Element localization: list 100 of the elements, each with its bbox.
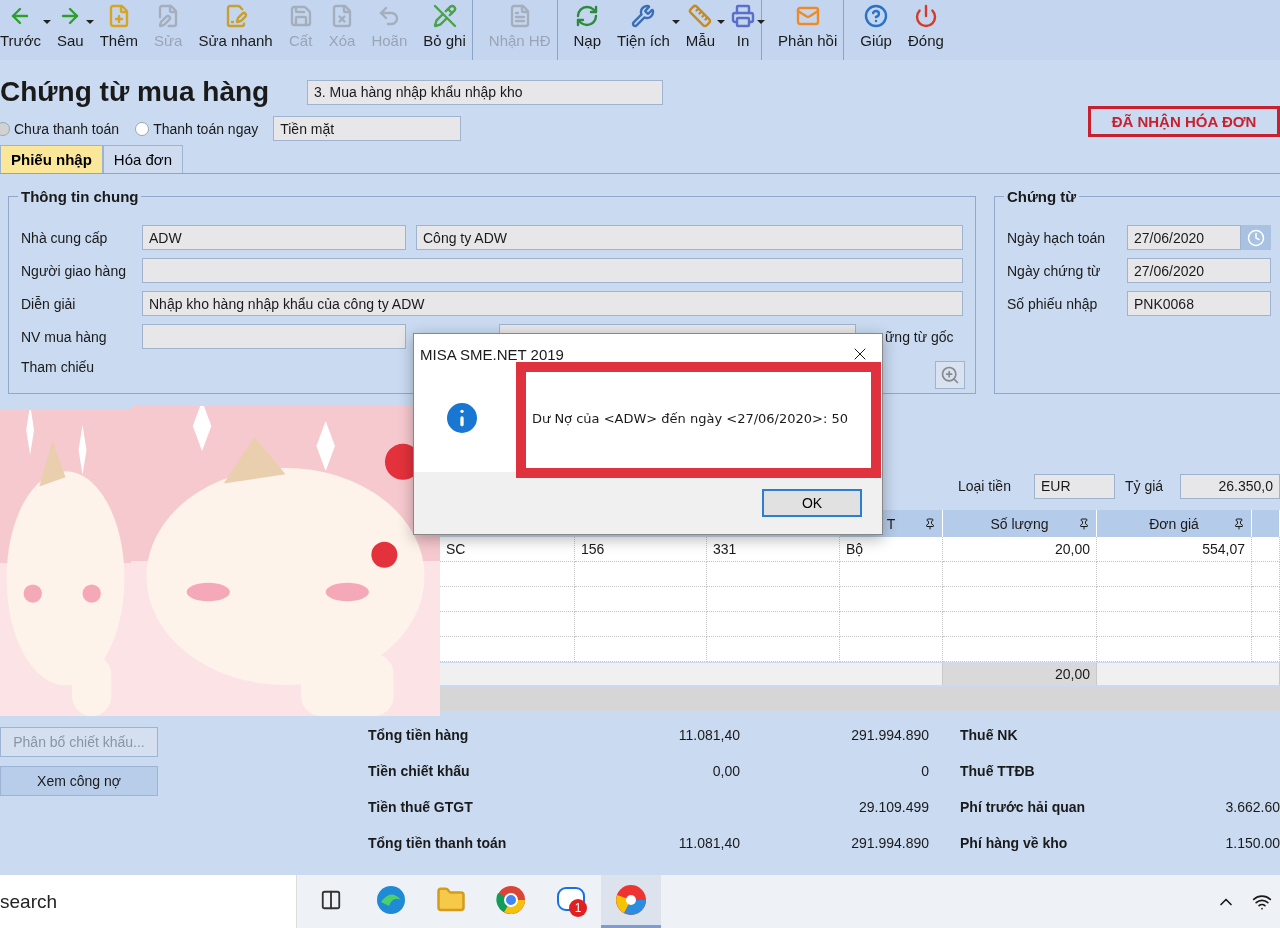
total-value: 11.081,40 xyxy=(677,835,740,853)
field-label: NV mua hàng xyxy=(21,328,108,345)
cost-value: 1.150.00 xyxy=(1224,835,1280,853)
caret-icon xyxy=(757,20,766,24)
toolbar-button[interactable]: Sửa nhanh xyxy=(192,0,279,60)
ball-app-icon xyxy=(495,884,527,916)
printer-icon xyxy=(731,4,756,28)
refresh-icon xyxy=(575,4,600,28)
field-label: Ngày chứng từ xyxy=(1007,262,1102,279)
clock-icon xyxy=(1247,228,1265,247)
exchange-rate-field[interactable]: 26.350,0 xyxy=(1180,473,1280,499)
table-cell xyxy=(1252,562,1280,587)
table-cell xyxy=(1252,537,1280,562)
date-field[interactable]: 27/06/2020 xyxy=(1127,258,1271,283)
dialog-message: Dư Nợ của <ADW> đến ngày <27/06/2020>: 50 xyxy=(532,410,849,426)
table-cell xyxy=(1252,637,1280,662)
pin-icon xyxy=(1233,517,1245,530)
search-button[interactable] xyxy=(935,361,965,389)
caret-icon xyxy=(85,20,94,24)
toolbar-button[interactable]: Mẫu xyxy=(679,0,722,60)
toolbar-button[interactable]: In xyxy=(725,0,763,60)
status-stamp: ĐÃ NHẬN HÓA ĐƠN xyxy=(1088,106,1280,137)
table-cell xyxy=(1252,612,1280,637)
search-field[interactable]: search xyxy=(0,875,297,928)
ok-button[interactable]: OK xyxy=(762,489,862,517)
toolbar-button[interactable]: Trước xyxy=(0,0,47,60)
document-title: Chứng từ mua hàng xyxy=(0,76,271,108)
date-field[interactable]: 27/06/2020 xyxy=(1127,225,1241,250)
group-title: Chứng từ xyxy=(1006,188,1078,205)
supplier-code-field[interactable]: ADW xyxy=(142,225,406,250)
column-header[interactable]: Số lượng xyxy=(943,510,1097,537)
toolbar-button[interactable]: Sau xyxy=(51,0,90,60)
color-wheel-icon xyxy=(614,883,648,917)
toolbar-button[interactable]: Đóng xyxy=(901,0,950,60)
total-value: 291.994.890 xyxy=(850,835,929,853)
total-value: 0 xyxy=(920,763,929,781)
toolbar-button[interactable]: Nạp xyxy=(567,0,608,60)
currency-field[interactable]: EUR xyxy=(1034,473,1115,499)
text-field[interactable]: Nhập kho hàng nhập khẩu của công ty ADW xyxy=(142,291,963,316)
field-label: ững từ gốc xyxy=(885,328,955,345)
zoom-in-icon xyxy=(940,365,960,385)
calendar-button[interactable] xyxy=(1241,225,1271,250)
table-cell xyxy=(1252,587,1280,612)
total-label: Tổng tiền hàng xyxy=(368,727,470,745)
field-label: Số phiếu nhập xyxy=(1007,295,1099,312)
table-cell: 554,07 xyxy=(1097,537,1252,562)
field-label: Người giao hàng xyxy=(21,262,127,279)
pencil-x-icon xyxy=(432,4,457,28)
envelope-icon xyxy=(795,4,820,28)
toolbar-button[interactable]: Thêm xyxy=(93,0,145,60)
field-label: Diễn giải xyxy=(21,295,77,312)
total-value: 11.081,40 xyxy=(677,727,740,745)
toolbar-button[interactable]: Tiện ích xyxy=(611,0,676,60)
column-header[interactable] xyxy=(1252,510,1280,537)
payment-radio[interactable]: Thanh toán ngay xyxy=(135,120,259,137)
power-icon xyxy=(913,4,938,28)
footer-button[interactable]: Xem công nợ xyxy=(0,766,158,796)
table-cell: 331 xyxy=(707,537,840,562)
column-header[interactable]: Đơn giá xyxy=(1097,510,1252,537)
horizontal-scrollbar[interactable] xyxy=(440,687,1280,711)
cost-value: 3.662.60 xyxy=(1224,799,1280,817)
date-field[interactable]: PNK0068 xyxy=(1127,291,1271,316)
total-label: Tổng tiền thanh toán xyxy=(368,835,508,853)
cost-label: Thuế TTĐB xyxy=(960,763,1036,781)
pin-icon xyxy=(1078,517,1090,530)
toolbar-button[interactable]: Phản hồi xyxy=(772,0,845,60)
total-value: 291.994.890 xyxy=(850,727,929,745)
cost-label: Phí hàng về kho xyxy=(960,835,1069,853)
help-icon xyxy=(864,4,889,28)
field-label: Tham chiếu xyxy=(21,359,96,375)
notification-badge: 1 xyxy=(569,899,587,917)
caret-icon xyxy=(671,20,680,24)
caret-icon xyxy=(43,20,51,24)
total-quantity: 20,00 xyxy=(943,663,1097,685)
voucher-type-field[interactable]: 3. Mua hàng nhập khẩu nhập kho xyxy=(307,79,663,105)
group-title: Thông tin chung xyxy=(20,188,140,205)
table-cell: Bộ xyxy=(840,537,943,562)
total-label: Tiền thuế GTGT xyxy=(368,799,474,817)
cost-label: Phí trước hải quan xyxy=(960,799,1087,817)
toolbar-button[interactable]: Bỏ ghi xyxy=(417,0,473,60)
payment-radio[interactable]: Chưa thanh toán xyxy=(0,120,120,137)
caret-icon xyxy=(717,20,726,24)
table-cell: 20,00 xyxy=(943,537,1097,562)
field-label: Nhà cung cấp xyxy=(21,229,109,246)
field-label: Loại tiền xyxy=(958,478,1012,494)
field-label: Tỷ giá xyxy=(1125,478,1165,494)
dialog-title: MISA SME.NET 2019 xyxy=(420,345,564,363)
text-field[interactable] xyxy=(142,258,963,283)
wave-app-icon xyxy=(375,884,407,916)
table-cell: SC xyxy=(440,537,575,562)
tab[interactable]: Phiếu nhập xyxy=(0,145,103,173)
taskbar-app[interactable]: 1 xyxy=(541,875,601,928)
supplier-name-field[interactable]: Công ty ADW xyxy=(416,225,963,250)
pin-icon xyxy=(924,517,936,530)
total-label: Tiền chiết khấu xyxy=(368,763,471,781)
tab[interactable]: Hóa đơn xyxy=(102,145,184,173)
toolbar-button[interactable]: Giúp xyxy=(854,0,898,60)
staff-field[interactable] xyxy=(142,324,406,349)
field-label: Ngày hạch toán xyxy=(1007,229,1107,246)
payment-method-field[interactable]: Tiền mặt xyxy=(273,116,462,141)
